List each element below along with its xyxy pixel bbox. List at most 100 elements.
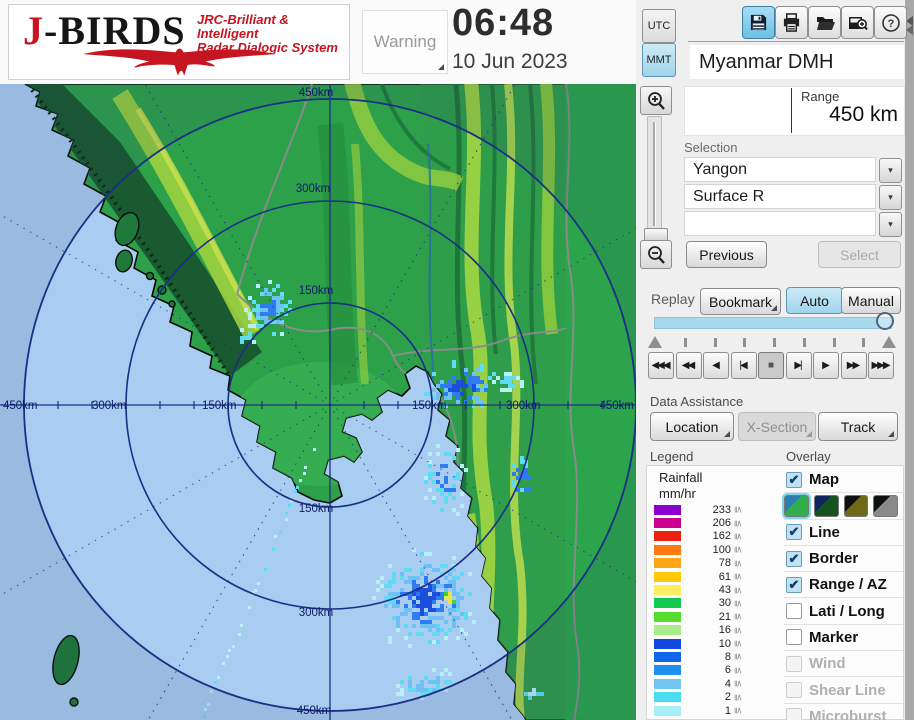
select-button[interactable]: Select [818, 241, 901, 268]
replay-label: Replay [651, 291, 695, 307]
zoom-in-icon [648, 91, 665, 110]
bookmark-button[interactable]: Bookmark [700, 288, 781, 315]
map-style-swatch-1[interactable] [782, 492, 811, 519]
fastest-forward-button[interactable]: ▶▶▶ [868, 352, 894, 379]
help-button[interactable]: ? [874, 6, 907, 39]
site-dropdown[interactable]: Yangon [684, 157, 876, 182]
stop-button[interactable]: ■ [758, 352, 784, 379]
step-back-button[interactable]: |◀ [730, 352, 757, 379]
legend-row: 1 ≦ [654, 704, 768, 717]
wind-checkbox [786, 655, 802, 672]
product-dropdown[interactable]: Surface R [684, 184, 876, 209]
overlay-list: ✔ Map ✔ Line ✔ Border ✔ Range / AZ Lati / Long Ma… [782, 467, 903, 720]
slider-tick [713, 338, 717, 347]
less-equal-icon: ≦ [733, 505, 744, 514]
legend-value: 30 [718, 597, 731, 610]
zoom-out-button[interactable] [640, 240, 672, 269]
legend-row: 8 ≦ [654, 650, 768, 663]
previous-button[interactable]: Previous [686, 241, 767, 268]
less-equal-icon: ≦ [733, 693, 744, 701]
print-button[interactable] [775, 6, 808, 39]
open-folder-icon [816, 16, 835, 30]
less-equal-icon: ≦ [733, 626, 744, 634]
less-equal-icon: ≦ [733, 519, 744, 527]
legend-row: 206 ≦ [654, 516, 768, 529]
overlay-item-label: Line [809, 523, 840, 541]
map-style-swatch-2[interactable] [813, 494, 839, 517]
overlay-row-range-az: ✔ Range / AZ [784, 572, 903, 599]
border-checkbox[interactable]: ✔ [786, 550, 802, 567]
marker-checkbox[interactable] [786, 629, 802, 646]
legend-row: 4 ≦ [654, 677, 768, 690]
legend-color-swatch [654, 625, 681, 636]
less-equal-icon: ≦ [733, 679, 744, 688]
legend-row: 2 ≦ [654, 690, 768, 703]
lati-long-checkbox[interactable] [786, 603, 802, 620]
selection-label: Selection [684, 140, 738, 155]
auto-button[interactable]: Auto [786, 287, 843, 314]
overlay-label: Overlay [786, 449, 831, 464]
range-az-checkbox[interactable]: ✔ [786, 576, 802, 593]
fast-forward-button[interactable]: ▶▶ [840, 352, 867, 379]
slider-tick [773, 338, 776, 347]
legend-value: 61 [718, 570, 731, 583]
site-dropdown-arrow-icon[interactable]: ▾ [879, 158, 902, 183]
play-back-button[interactable]: ◀ [703, 352, 729, 379]
station-title: Myanmar DMH [690, 45, 904, 79]
overlay-item-label: Lati / Long [809, 602, 885, 620]
track-button[interactable]: Track [818, 412, 898, 441]
step-forward-button[interactable]: ▶| [785, 352, 812, 379]
map-checkbox[interactable]: ✔ [786, 471, 802, 488]
less-equal-icon: ≦ [733, 639, 744, 648]
radar-map[interactable]: 450km 300km 150km 150km 300km 450km 450km 300km… [0, 84, 636, 720]
mmt-button[interactable]: MMT [642, 43, 676, 77]
option-dropdown-arrow-icon[interactable]: ▾ [879, 212, 902, 237]
legend-row: 61 ≦ [654, 570, 768, 583]
legend-value: 16 [718, 624, 731, 637]
warning-button[interactable]: Warning [362, 10, 448, 74]
option-dropdown[interactable] [684, 211, 876, 236]
legend-row: 30 ≦ [654, 597, 768, 610]
x-section-button[interactable]: X-Section [738, 412, 816, 441]
svg-text:?: ? [887, 18, 894, 30]
capture-button[interactable] [841, 6, 874, 39]
legend-row: 162 ≦ [654, 530, 768, 543]
toolbar-collapse-arrow-icon[interactable] [906, 25, 913, 35]
ring-label: 450km [3, 400, 38, 412]
legend-color-swatch [654, 585, 681, 596]
overlay-row-wind: Wind [784, 651, 903, 678]
replay-slider-handle[interactable] [876, 312, 894, 330]
legend-value: 4 [724, 677, 731, 690]
slider-end-marker-icon[interactable] [882, 336, 896, 348]
zoom-in-button[interactable] [640, 86, 672, 115]
line-checkbox[interactable]: ✔ [786, 524, 802, 541]
clock-time: 06:48 [452, 2, 555, 44]
save-button[interactable] [742, 6, 775, 39]
rewind-button[interactable]: ◀◀ [675, 352, 702, 379]
ring-label: 300km [299, 607, 334, 619]
less-equal-icon: ≦ [733, 586, 744, 594]
map-style-swatch-3[interactable] [843, 494, 869, 517]
utc-button[interactable]: UTC [642, 9, 676, 43]
overlay-row-map: ✔ Map [784, 467, 903, 494]
legend-row: 6 ≦ [654, 664, 768, 677]
product-dropdown-arrow-icon[interactable]: ▾ [879, 185, 902, 210]
map-style-swatches [782, 492, 903, 520]
play-button[interactable]: ▶ [813, 352, 839, 379]
legend-color-swatch [654, 651, 681, 662]
manual-button[interactable]: Manual [841, 287, 901, 314]
map-style-swatch-4[interactable] [873, 494, 898, 517]
open-folder-button[interactable] [808, 6, 841, 39]
overlay-row-shear-line: Shear Line [784, 677, 903, 704]
location-button[interactable]: Location [650, 412, 734, 441]
ring-label: 450km [599, 400, 634, 412]
legend-value: 21 [718, 610, 731, 623]
slider-tick [832, 338, 836, 347]
ring-label: 450km [299, 87, 334, 99]
legend-color-swatch [654, 692, 681, 703]
slider-start-marker-icon[interactable] [648, 336, 662, 348]
panel-collapse-strip[interactable] [905, 0, 914, 720]
legend-color-swatch [654, 544, 681, 555]
fast-rewind-button[interactable]: ◀◀◀ [648, 352, 674, 379]
replay-slider-track[interactable] [654, 317, 892, 329]
